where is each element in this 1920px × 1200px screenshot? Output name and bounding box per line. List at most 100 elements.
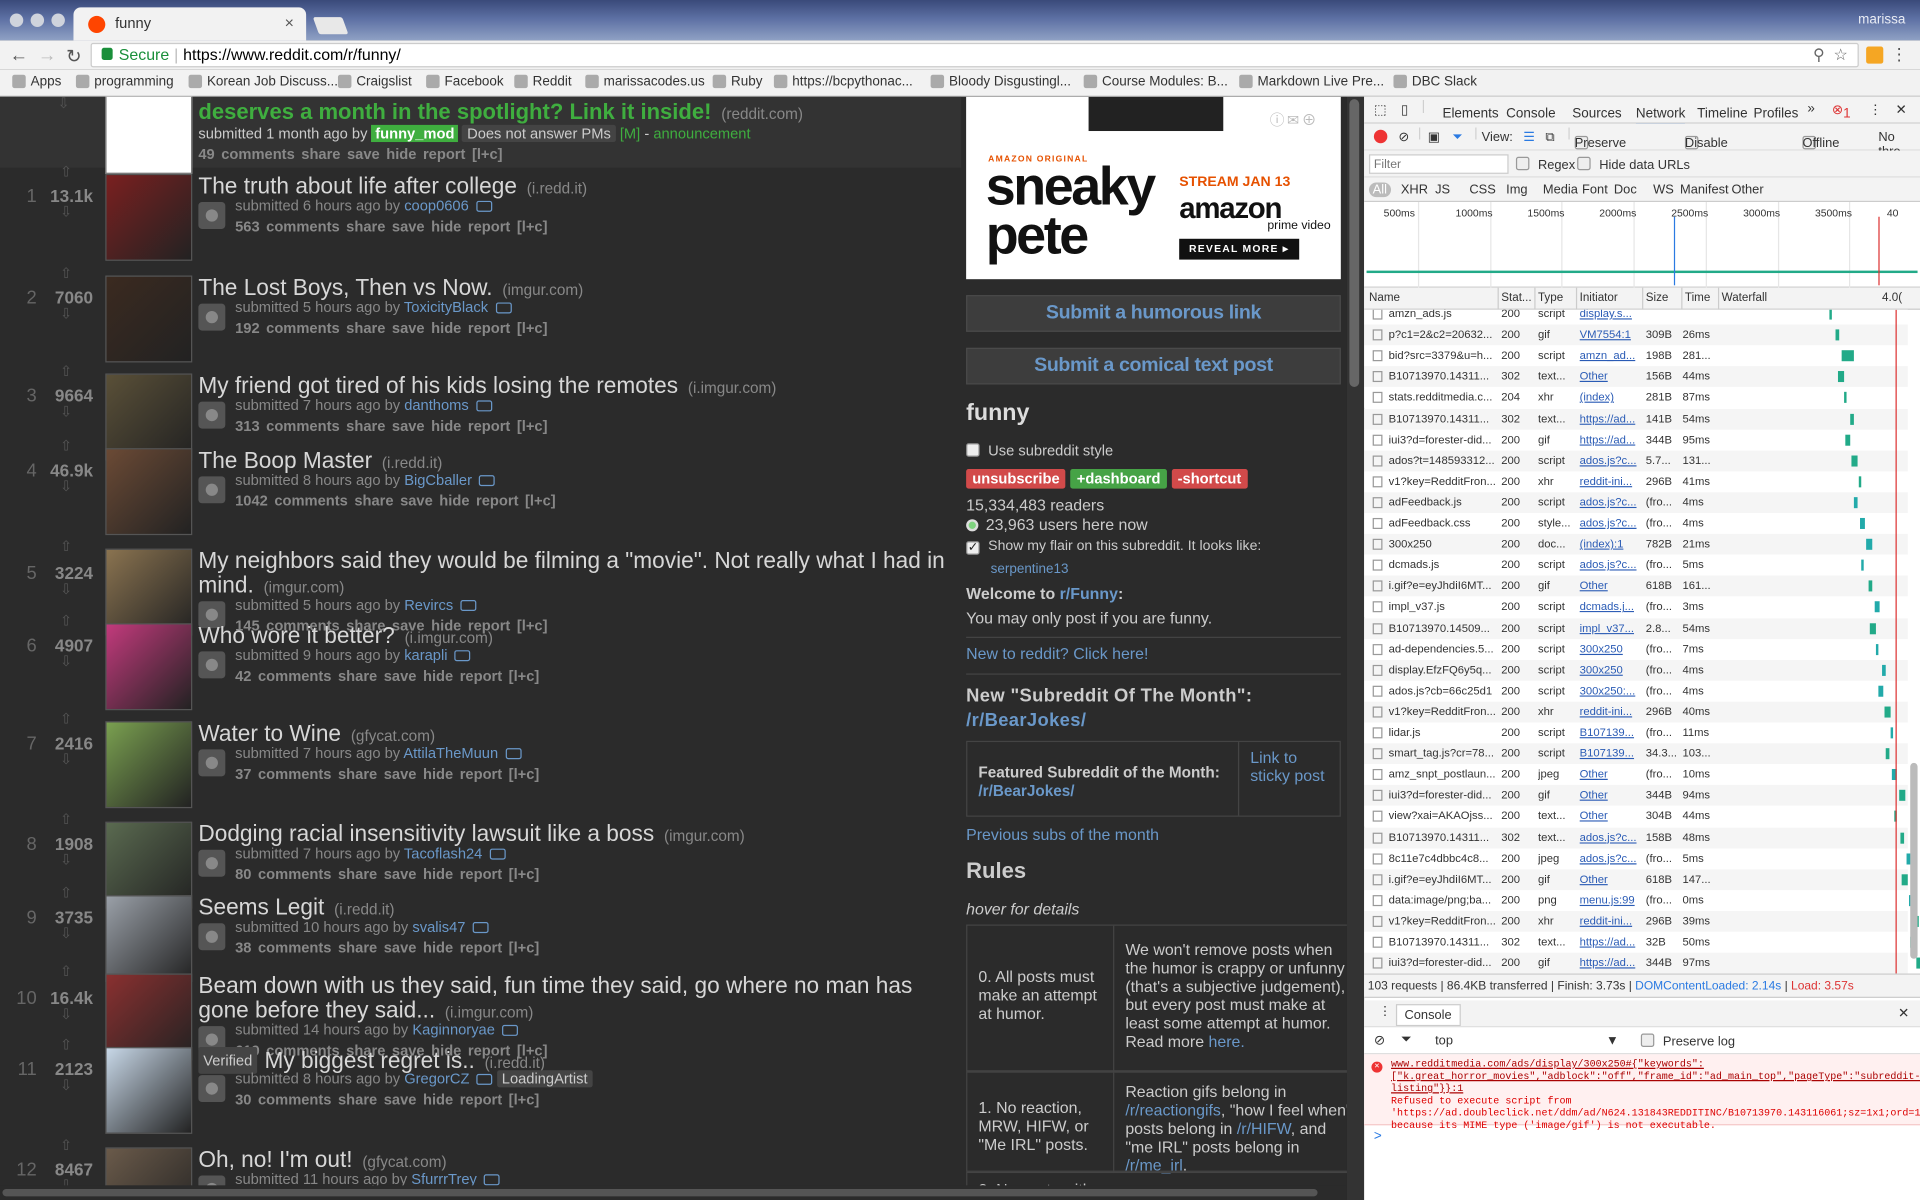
devtools-tab-profiles[interactable]: Profiles bbox=[1753, 107, 1798, 122]
type-filter-img[interactable]: Img bbox=[1506, 182, 1527, 197]
downvote-icon[interactable]: ⇩ bbox=[58, 203, 75, 220]
bookmark-item[interactable]: https://bcpythonac... bbox=[773, 74, 913, 89]
sticky-author[interactable]: funny_mod bbox=[371, 124, 459, 143]
tag-icon[interactable] bbox=[472, 922, 489, 934]
column-header[interactable]: 4.0( bbox=[1882, 291, 1902, 304]
post-author[interactable]: GregorCZ bbox=[404, 1070, 469, 1087]
upvote-icon[interactable]: ⇧ bbox=[58, 1036, 75, 1053]
post-actions[interactable]: 80 comments share save hide report [l+c] bbox=[235, 866, 539, 883]
upvote-icon[interactable]: ⇧ bbox=[58, 437, 75, 454]
type-filter-ws[interactable]: WS bbox=[1653, 182, 1674, 197]
network-request-row[interactable]: ados?t=148593312... 200 script ados.js?c...… bbox=[1364, 450, 1908, 472]
upvote-icon[interactable]: ⇧ bbox=[58, 884, 75, 901]
downvote-icon[interactable]: ⇩ bbox=[58, 478, 75, 495]
previous-subs-link[interactable]: Previous subs of the month bbox=[966, 825, 1159, 843]
maximize-window-icon[interactable] bbox=[51, 13, 65, 27]
expando-icon[interactable] bbox=[198, 303, 226, 331]
url-text[interactable]: https://www.reddit.com/r/funny/ bbox=[183, 45, 401, 63]
bookmark-item[interactable]: Markdown Live Pre... bbox=[1239, 74, 1384, 89]
devtools-tab-sources[interactable]: Sources bbox=[1572, 107, 1621, 122]
type-filter-js[interactable]: JS bbox=[1435, 182, 1450, 197]
downvote-icon[interactable]: ⇩ bbox=[58, 751, 75, 768]
network-request-row[interactable]: ados.js?cb=66c25d1 200 script 300x250:... (f… bbox=[1364, 680, 1908, 702]
close-window-icon[interactable] bbox=[9, 13, 24, 27]
post-thumbnail[interactable] bbox=[105, 173, 193, 261]
network-request-row[interactable]: i.gif?e=eyJhdiI6MT... 200 gif Other 618B 147.… bbox=[1364, 869, 1909, 890]
minimize-window-icon[interactable] bbox=[30, 13, 45, 27]
drawer-menu-icon[interactable]: ⋮ bbox=[1379, 1005, 1391, 1018]
request-list-scrollbar[interactable] bbox=[1910, 762, 1918, 959]
camera-icon[interactable]: ▣ bbox=[1428, 130, 1440, 145]
reload-icon[interactable]: ↻ bbox=[66, 45, 81, 68]
network-request-row[interactable]: i.gif?e=eyJhdiI6MT... 200 gif Other 618B 161.… bbox=[1364, 575, 1908, 597]
post-actions[interactable]: 563 comments share save hide report [l+c… bbox=[235, 218, 547, 235]
post-domain[interactable]: (imgur.com) bbox=[264, 579, 345, 596]
bookmark-star-icon[interactable]: ☆ bbox=[1833, 45, 1847, 63]
regex-checkbox[interactable] bbox=[1515, 156, 1530, 171]
inspect-element-icon[interactable]: ⬚ bbox=[1374, 102, 1387, 118]
expando-icon[interactable] bbox=[198, 1075, 226, 1103]
post-actions[interactable]: 42 comments share save hide report [l+c] bbox=[235, 667, 539, 684]
post-domain[interactable]: (i.imgur.com) bbox=[688, 380, 776, 397]
tag-icon[interactable] bbox=[479, 475, 496, 487]
post-author[interactable]: BigCballer bbox=[404, 471, 472, 488]
bookmark-item[interactable]: Facebook bbox=[426, 74, 504, 89]
reddit-alien-thumbnail[interactable] bbox=[105, 96, 193, 174]
type-filter-doc[interactable]: Doc bbox=[1614, 182, 1637, 197]
column-header[interactable]: Name bbox=[1369, 291, 1400, 304]
network-request-row[interactable]: data:image/png;ba... 200 png menu.js:99 (fro… bbox=[1364, 889, 1911, 911]
scrollbar-thumb[interactable] bbox=[1349, 99, 1360, 387]
post-domain[interactable]: (imgur.com) bbox=[502, 282, 583, 299]
post-domain[interactable]: (gfycat.com) bbox=[362, 1153, 446, 1170]
downvote-icon[interactable]: ⇩ bbox=[58, 1005, 75, 1022]
filter-input[interactable] bbox=[1368, 154, 1509, 174]
column-header[interactable]: Type bbox=[1538, 291, 1563, 304]
network-request-row[interactable]: smart_tag.js?cr=78... 200 script B107139...… bbox=[1364, 743, 1908, 765]
bookmark-item[interactable]: Course Modules: B... bbox=[1083, 74, 1228, 89]
devtools-menu-icon[interactable]: ⋮ bbox=[1869, 102, 1882, 118]
post-domain[interactable]: (i.imgur.com) bbox=[405, 629, 493, 646]
bookmark-item[interactable]: Reddit bbox=[514, 74, 572, 89]
ad-controls-icon[interactable]: ⓘ✉⊕ bbox=[1270, 109, 1329, 128]
post-thumbnail[interactable] bbox=[105, 1046, 193, 1134]
address-bar[interactable]: Secure | https://www.reddit.com/r/funny/ ⚲… bbox=[90, 42, 1859, 68]
network-request-row[interactable]: B10713970.14509... 200 script impl_v37... 2.… bbox=[1364, 617, 1908, 639]
post-title[interactable]: Beam down with us they said, fun time th… bbox=[198, 973, 945, 1024]
post-actions[interactable]: 30 comments share save hide report [l+c] bbox=[235, 1091, 539, 1108]
new-to-reddit-link[interactable]: New to reddit? Click here! bbox=[966, 644, 1148, 662]
downvote-icon[interactable]: ⇩ bbox=[58, 924, 75, 941]
downvote-icon[interactable]: ⇩ bbox=[58, 97, 70, 112]
column-header[interactable]: Initiator bbox=[1580, 291, 1618, 304]
bookmark-item[interactable]: Bloody Disgustingl... bbox=[930, 74, 1071, 89]
zoom-icon[interactable]: ⚲ bbox=[1813, 45, 1825, 63]
upvote-icon[interactable]: ⇧ bbox=[58, 264, 75, 281]
network-request-row[interactable]: v1?key=RedditFron... 200 xhr reddit-ini... 2… bbox=[1364, 910, 1919, 932]
profile-name[interactable]: marissa bbox=[1858, 12, 1905, 27]
bookmark-item[interactable]: Apps bbox=[12, 74, 61, 89]
network-request-row[interactable]: lidar.js 200 script B107139... (fro... 11ms bbox=[1364, 722, 1908, 744]
post-author[interactable]: danthoms bbox=[404, 397, 469, 414]
downvote-icon[interactable]: ⇩ bbox=[58, 851, 75, 868]
bookmark-item[interactable]: DBC Slack bbox=[1393, 74, 1477, 89]
upvote-icon[interactable]: ⇧ bbox=[58, 962, 75, 979]
devtools-tab-elements[interactable]: Elements bbox=[1442, 107, 1498, 122]
expando-icon[interactable] bbox=[198, 923, 226, 951]
upvote-icon[interactable]: ⇧ bbox=[58, 362, 75, 379]
network-request-row[interactable]: stats.redditmedia.c... 204 xhr (index) 281B 8… bbox=[1364, 387, 1908, 409]
network-request-row[interactable]: adFeedback.js 200 script ados.js?c... (fro..… bbox=[1364, 492, 1908, 514]
network-request-row[interactable]: amzn_ads.js 200 script display.s... bbox=[1364, 309, 1908, 325]
network-request-row[interactable]: B10713970.14311... 302 text... https://ad..… bbox=[1364, 408, 1908, 430]
expando-icon[interactable] bbox=[198, 202, 226, 229]
expando-icon[interactable] bbox=[198, 749, 226, 777]
reveal-more-button[interactable]: REVEAL MORE ▸ bbox=[1179, 238, 1299, 260]
close-tab-icon[interactable]: × bbox=[285, 13, 294, 31]
upvote-icon[interactable]: ⇧ bbox=[58, 710, 75, 727]
network-request-row[interactable]: bid?src=3379&u=h... 200 script amzn_ad... 19… bbox=[1364, 345, 1908, 367]
console-clear-icon[interactable]: ⊘ bbox=[1374, 1032, 1385, 1048]
network-request-row[interactable]: iui3?d=forester-did... 200 gif https://ad..… bbox=[1364, 429, 1908, 451]
shortcut-button[interactable]: -shortcut bbox=[1171, 468, 1248, 489]
network-request-row[interactable]: view?xai=AKAOjss... 200 text... Other 304B 44… bbox=[1364, 806, 1908, 828]
sticky-post-link[interactable]: Link to sticky post bbox=[1250, 748, 1336, 785]
browser-tab[interactable]: funny × bbox=[73, 7, 307, 41]
post-thumbnail[interactable] bbox=[105, 895, 193, 983]
